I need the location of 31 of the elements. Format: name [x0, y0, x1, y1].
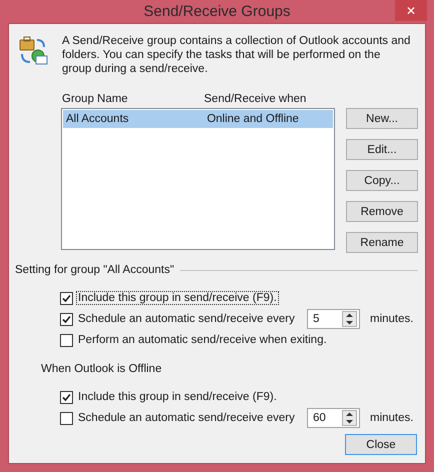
checkbox[interactable]	[60, 390, 73, 404]
checkbox[interactable]	[60, 334, 73, 346]
close-button[interactable]: ✕	[395, 0, 427, 21]
option-label: Include this group in send/receive (F9).	[77, 391, 278, 403]
send-receive-icon	[18, 34, 48, 66]
group-action-button[interactable]: New...	[346, 108, 418, 129]
group-row[interactable]: All Accounts Online and Offline	[63, 110, 333, 128]
group-action-button[interactable]: Rename	[346, 232, 418, 253]
list-cell-text: Online and Offline	[206, 113, 300, 125]
checkbox[interactable]	[60, 292, 73, 304]
unit-label: minutes.	[370, 412, 414, 424]
column-header: Group Name	[62, 93, 129, 105]
close-dialog-button[interactable]: Close	[345, 434, 417, 455]
section-heading: Setting for group "All Accounts"	[15, 264, 174, 276]
minutes-spinner[interactable]: 60	[307, 408, 360, 428]
checkbox[interactable]	[60, 412, 73, 424]
group-action-button[interactable]: Copy...	[346, 170, 418, 191]
unit-label: minutes.	[370, 313, 414, 325]
group-action-button[interactable]: Edit...	[346, 139, 418, 160]
checkbox[interactable]	[60, 312, 73, 326]
description-text: A Send/Receive group contains a collection of Outlook accounts and folders. You can specify the tasks that will be performed on the group during a send/receive.	[62, 34, 412, 76]
option-label: Perform an automatic send/receive when exiting.	[77, 334, 328, 346]
column-header: Send/Receive when	[204, 93, 308, 105]
minutes-spinner[interactable]: 5	[307, 309, 360, 329]
section-heading: When Outlook is Offline	[41, 363, 163, 375]
option-label: Schedule an automatic send/receive every	[77, 313, 296, 325]
option-label: Include this group in send/receive (F9).	[77, 292, 278, 304]
group-action-button[interactable]: Remove	[346, 201, 418, 222]
option-label: Schedule an automatic send/receive every	[77, 412, 296, 424]
window-title: Send/Receive Groups	[144, 3, 290, 20]
list-cell-text: All Accounts	[65, 113, 130, 125]
